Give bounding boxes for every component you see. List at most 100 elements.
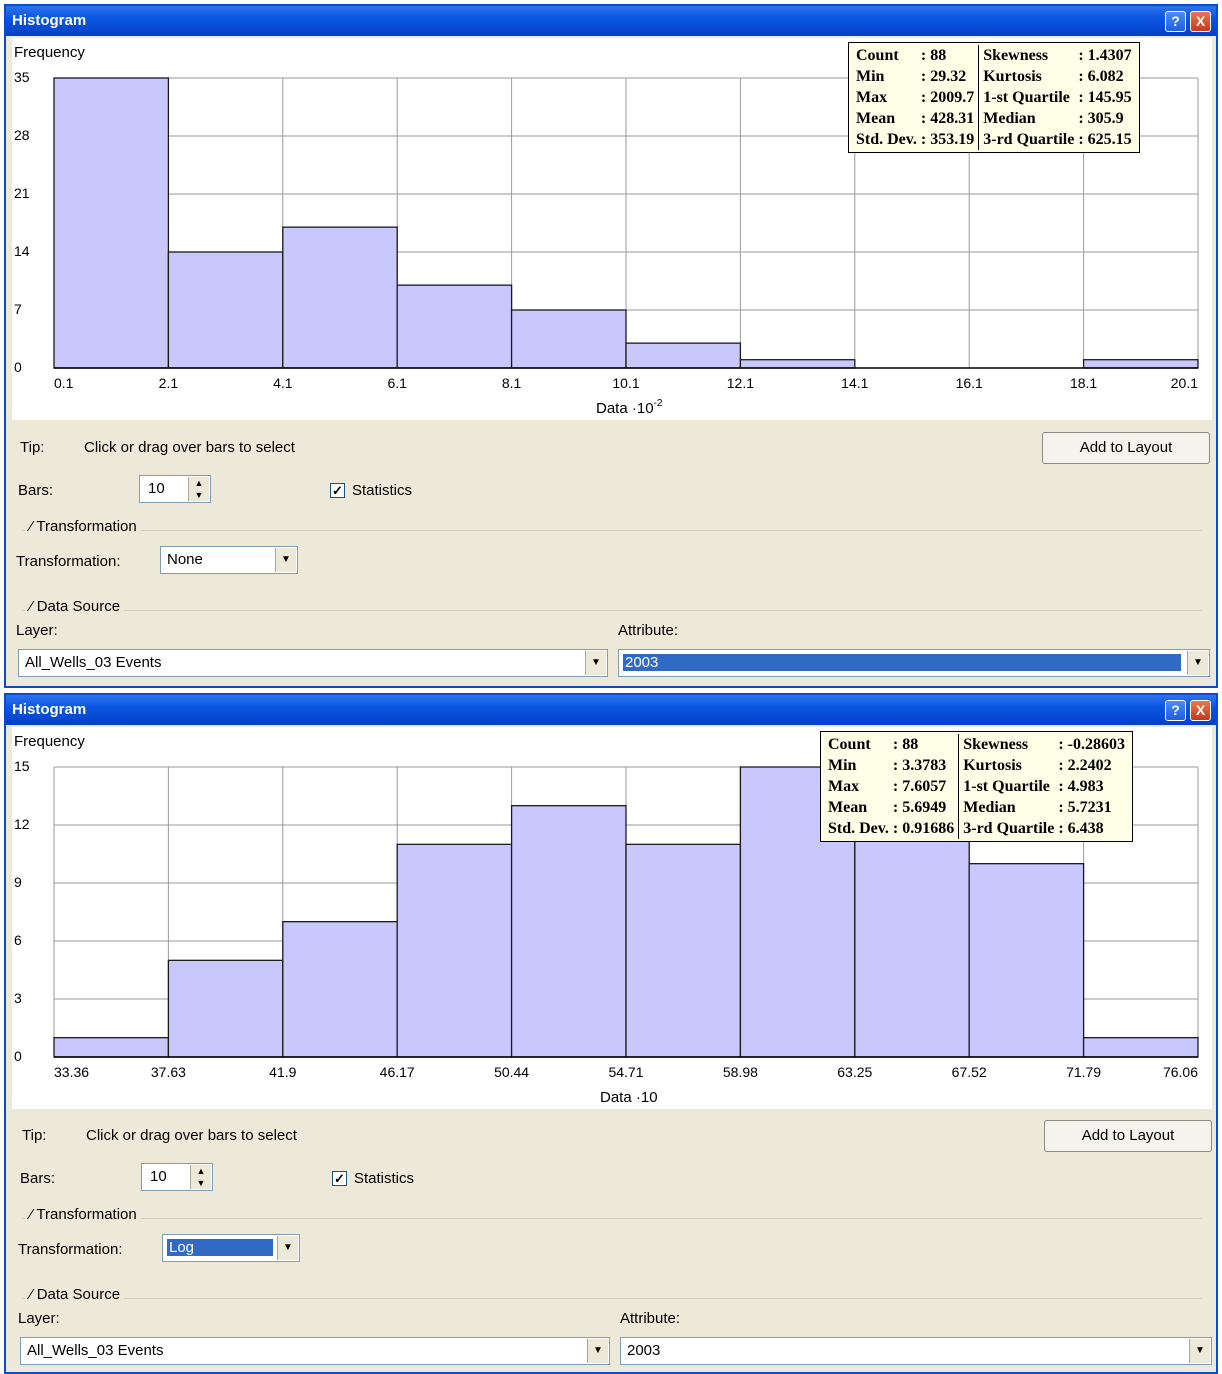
histogram-bar[interactable]	[53, 1037, 170, 1058]
histogram-bar[interactable]	[396, 284, 513, 369]
y-tick-label: 7	[14, 301, 22, 317]
chevron-down-icon[interactable]: ▼	[587, 1339, 608, 1363]
title-bar[interactable]: Histogram ? X	[6, 6, 1216, 36]
bars-value: 10	[150, 1168, 167, 1185]
y-tick-label: 12	[14, 816, 30, 832]
transformation-value: Log	[167, 1239, 273, 1256]
histogram-bar[interactable]	[510, 805, 627, 1058]
histogram-window-1: Histogram ? X 0 7 14 21 28 35 0.1 2.1 4.1 6.1 8.1 1…	[4, 4, 1218, 688]
layer-value: All_Wells_03 Events	[25, 654, 162, 671]
attribute-value: 2003	[623, 654, 1181, 671]
x-tick-label: 54.71	[608, 1064, 643, 1080]
layer-value: All_Wells_03 Events	[27, 1342, 164, 1359]
stats-right-names: Skewness Kurtosis 1-st Quartile Median 3-rd …	[963, 736, 1055, 837]
histogram-bar[interactable]	[625, 843, 742, 1058]
attribute-value: 2003	[627, 1342, 661, 1359]
x-tick-label: 0.1	[54, 375, 74, 391]
histogram-plot[interactable]: 0 3 6 9 12 15 33.36 37.63 41.9 46.17 50.44 54.71 58.…	[12, 727, 1212, 1109]
statistics-label: Statistics	[352, 482, 413, 499]
add-to-layout-button[interactable]: Add to Layout	[1042, 432, 1210, 464]
stats-right-names: Skewness Kurtosis 1-st Quartile Median 3-rd …	[983, 47, 1075, 148]
add-to-layout-button[interactable]: Add to Layout	[1044, 1120, 1212, 1152]
layer-label: Layer:	[16, 622, 58, 639]
bars-value: 10	[148, 480, 165, 497]
x-tick-label: 8.1	[502, 375, 522, 391]
x-tick-label: 71.79	[1066, 1064, 1101, 1080]
layer-label: Layer:	[18, 1310, 60, 1327]
x-tick-label: 46.17	[380, 1064, 415, 1080]
y-tick-label: 3	[14, 990, 22, 1006]
attribute-select[interactable]: 2003 ▼	[620, 1337, 1212, 1365]
stats-right-values: : -0.28603: 2.2402: 4.983: 5.7231: 6.438	[1058, 736, 1125, 837]
transformation-label: Transformation:	[16, 553, 121, 570]
y-tick-label: 0	[14, 1048, 22, 1064]
window-title: Histogram	[12, 12, 87, 29]
histogram-bar[interactable]	[396, 843, 513, 1058]
histogram-bar[interactable]	[625, 342, 742, 369]
spinner-arrows-icon[interactable]: ▲ ▼	[190, 1165, 211, 1189]
window-title: Histogram	[12, 701, 87, 718]
histogram-bar[interactable]	[167, 251, 284, 369]
histogram-bar[interactable]	[1082, 359, 1199, 369]
histogram-plot[interactable]: 0 7 14 21 28 35 0.1 2.1 4.1 6.1 8.1 10.1 12.1 14.1 16.…	[12, 38, 1212, 420]
chevron-down-icon[interactable]: ▼	[585, 651, 606, 675]
statistics-checkbox[interactable]: ✓	[332, 1171, 347, 1186]
y-tick-label: 15	[14, 758, 30, 774]
histogram-bar[interactable]	[53, 77, 170, 369]
chevron-down-icon[interactable]: ▼	[275, 548, 296, 572]
x-tick-label: 4.1	[273, 375, 293, 391]
bars-spinner[interactable]: 10 ▲ ▼	[141, 1163, 213, 1191]
y-axis-label: Frequency	[14, 733, 85, 750]
histogram-bar[interactable]	[968, 863, 1085, 1058]
layer-select[interactable]: All_Wells_03 Events ▼	[18, 649, 608, 677]
spinner-arrows-icon[interactable]: ▲ ▼	[188, 477, 209, 501]
y-tick-label: 35	[14, 69, 30, 85]
close-icon[interactable]: X	[1190, 700, 1211, 721]
x-tick-label: 18.1	[1070, 375, 1097, 391]
y-tick-label: 0	[14, 359, 22, 375]
attribute-select[interactable]: 2003 ▼	[618, 649, 1210, 677]
stats-left-names: Count Min Max Mean Std. Dev.	[856, 47, 917, 148]
transformation-select[interactable]: Log ▼	[162, 1234, 300, 1262]
histogram-bar[interactable]	[854, 824, 970, 1058]
stats-left-values: : 88: 3.3783: 7.6057: 5.6949: 0.91686	[892, 736, 955, 837]
transformation-group: ⁄ Transformation	[22, 518, 1202, 535]
x-tick-label: 58.98	[723, 1064, 758, 1080]
close-icon[interactable]: X	[1190, 11, 1211, 32]
transformation-group: ⁄ Transformation	[22, 1206, 1202, 1223]
layer-select[interactable]: All_Wells_03 Events ▼	[20, 1337, 610, 1365]
chevron-down-icon[interactable]: ▼	[1187, 651, 1208, 675]
histogram-bar[interactable]	[510, 309, 627, 369]
chevron-down-icon[interactable]: ▼	[1189, 1339, 1210, 1363]
x-tick-label: 10.1	[612, 375, 639, 391]
x-tick-label: 20.1	[1171, 375, 1198, 391]
x-axis-label: Data ·10-2	[596, 398, 663, 417]
x-tick-label: 63.25	[837, 1064, 872, 1080]
x-tick-label: 76.06	[1163, 1064, 1198, 1080]
data-source-group: ⁄ Data Source	[22, 1286, 1202, 1303]
tip-label: Tip:	[20, 439, 45, 456]
stats-right-values: : 1.4307: 6.082: 145.95: 305.9: 625.15	[1078, 47, 1132, 148]
bars-spinner[interactable]: 10 ▲ ▼	[139, 475, 211, 503]
statistics-checkbox[interactable]: ✓	[330, 483, 345, 498]
x-tick-label: 37.63	[151, 1064, 186, 1080]
histogram-bar[interactable]	[1082, 1037, 1199, 1058]
histogram-bar[interactable]	[739, 359, 856, 369]
histogram-bar[interactable]	[282, 921, 398, 1058]
x-tick-label: 67.52	[952, 1064, 987, 1080]
y-tick-label: 28	[14, 127, 30, 143]
chevron-down-icon[interactable]: ▼	[277, 1236, 298, 1260]
histogram-bar[interactable]	[167, 959, 284, 1058]
bars-label: Bars:	[20, 1170, 56, 1187]
histogram-bar[interactable]	[282, 226, 398, 369]
title-bar[interactable]: Histogram ? X	[6, 695, 1216, 725]
help-icon[interactable]: ?	[1165, 700, 1186, 721]
tip-text: Click or drag over bars to select	[86, 1127, 297, 1144]
y-axis-label: Frequency	[14, 44, 85, 61]
help-icon[interactable]: ?	[1165, 11, 1186, 32]
stats-left-names: Count Min Max Mean Std. Dev.	[828, 736, 889, 837]
transformation-group-label: ⁄ Transformation	[26, 1206, 141, 1223]
attribute-label: Attribute:	[618, 622, 679, 639]
transformation-select[interactable]: None ▼	[160, 546, 298, 574]
x-tick-label: 14.1	[841, 375, 868, 391]
